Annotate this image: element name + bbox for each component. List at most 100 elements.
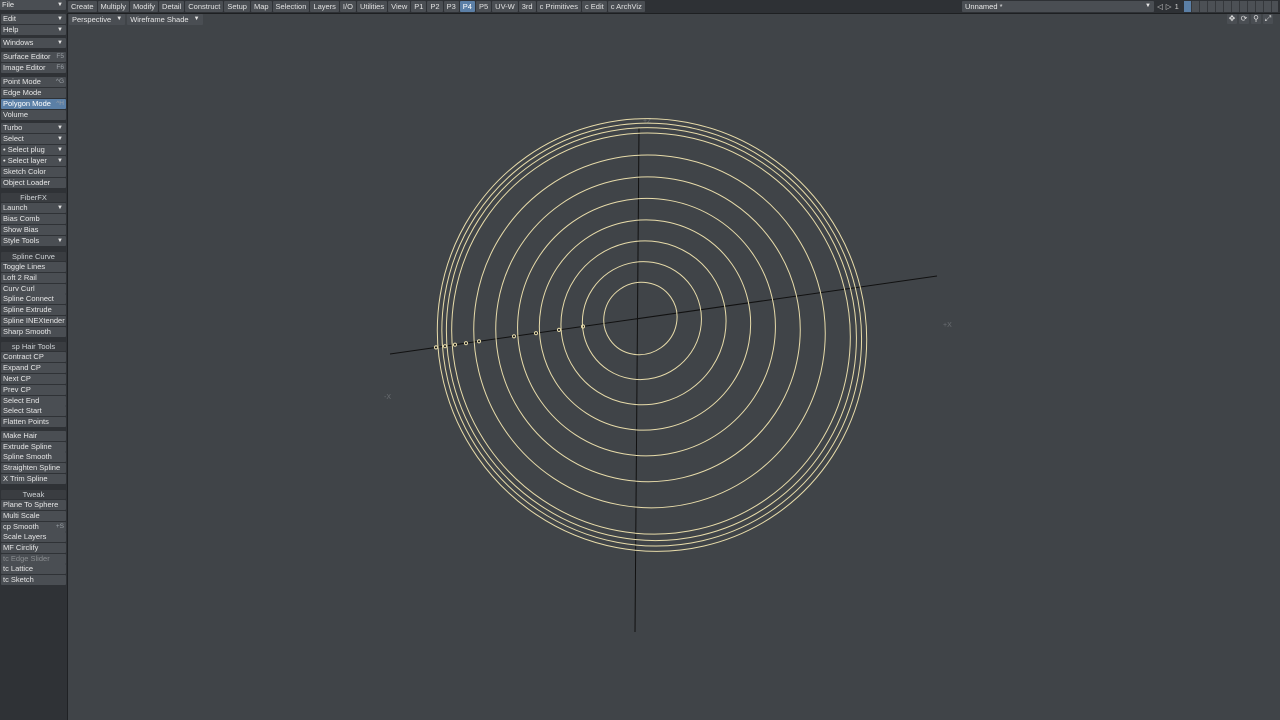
plane-to-sphere-button[interactable]: Plane To Sphere (1, 500, 66, 510)
chevron-down-icon: ▼ (1145, 3, 1151, 9)
tab-selection[interactable]: Selection (272, 1, 310, 12)
tab-create[interactable]: Create (68, 1, 97, 12)
image-editor-label: Image Editor (3, 63, 46, 72)
select-layer-button[interactable]: • Select layer ▼ (1, 156, 66, 166)
surface-editor-button[interactable]: Surface Editor F5 (1, 52, 66, 62)
move-view-icon[interactable]: ✥ (1227, 14, 1237, 24)
tab-i-o[interactable]: I/O (339, 1, 356, 12)
select-button[interactable]: Select ▼ (1, 134, 66, 144)
extrude-spline-button[interactable]: Extrude Spline (1, 442, 66, 452)
sketch-color-button[interactable]: Sketch Color (1, 167, 66, 177)
scene-select[interactable]: Unnamed * ▼ (962, 1, 1154, 12)
select-plug-button[interactable]: • Select plug ▼ (1, 145, 66, 155)
tc-lattice-label: tc Lattice (3, 564, 34, 573)
spline-extrude-button[interactable]: Spline Extrude (1, 305, 66, 315)
tab-map[interactable]: Map (250, 1, 272, 12)
mf-circlify-button[interactable]: MF Circlify (1, 543, 66, 553)
tab-3rd[interactable]: 3rd (518, 1, 536, 12)
tab-p5[interactable]: P5 (475, 1, 492, 12)
layer-buttons[interactable] (1184, 1, 1278, 12)
mf-circlify-label: MF Circlify (3, 543, 39, 552)
layer-navigation: ◁ ▷ 1 (1157, 1, 1179, 12)
tab-c-edit[interactable]: c Edit (581, 1, 607, 12)
sketch-color-label: Sketch Color (3, 167, 46, 176)
viewport-header: Perspective ▼ Wireframe Shade ▼ (69, 14, 203, 25)
tc-lattice-button[interactable]: tc Lattice (1, 564, 66, 574)
rotate-view-icon[interactable]: ⟳ (1239, 14, 1249, 24)
chevron-down-icon: ▼ (57, 40, 63, 46)
multi-scale-button[interactable]: Multi Scale (1, 511, 66, 521)
image-editor-button[interactable]: Image Editor F6 (1, 63, 66, 73)
chevron-down-icon: ▼ (57, 147, 63, 153)
help-menu[interactable]: Help ▼ (1, 25, 66, 35)
file-menu[interactable]: File ▼ (0, 0, 66, 10)
make-hair-button[interactable]: Make Hair (1, 431, 66, 441)
next-layer-icon[interactable]: ▷ (1166, 1, 1172, 12)
tc-edge-slider-button[interactable]: tc Edge Slider (1, 554, 66, 564)
spline-inextender-button[interactable]: Spline INEXtender (1, 316, 66, 326)
tc-sketch-label: tc Sketch (3, 575, 34, 584)
volume-button[interactable]: Volume (1, 110, 66, 120)
spline-connect-button[interactable]: Spline Connect (1, 294, 66, 304)
spline-extrude-label: Spline Extrude (3, 305, 52, 314)
hair-tools-header: sp Hair Tools (1, 342, 66, 351)
loft-2-rail-button[interactable]: Loft 2 Rail (1, 273, 66, 283)
tab-detail[interactable]: Detail (159, 1, 185, 12)
help-menu-label: Help (3, 25, 19, 34)
select-end-button[interactable]: Select End (1, 396, 66, 406)
tab-p4[interactable]: P4 (459, 1, 475, 12)
tab-construct[interactable]: Construct (185, 1, 224, 12)
polygon-mode-button[interactable]: Polygon Mode ^H (1, 99, 66, 109)
chevron-down-icon: ▼ (57, 125, 63, 131)
expand-cp-button[interactable]: Expand CP (1, 363, 66, 373)
turbo-button[interactable]: Turbo ▼ (1, 123, 66, 133)
tab-p2[interactable]: P2 (427, 1, 443, 12)
x-trim-spline-button[interactable]: X Trim Spline (1, 474, 66, 484)
point-mode-button[interactable]: Point Mode ^G (1, 77, 66, 87)
straighten-spline-button[interactable]: Straighten Spline (1, 463, 66, 473)
object-loader-button[interactable]: Object Loader (1, 178, 66, 188)
bias-comb-button[interactable]: Bias Comb (1, 214, 66, 224)
chevron-down-icon: ▼ (57, 238, 63, 244)
chevron-down-icon: ▼ (116, 16, 123, 22)
edit-menu[interactable]: Edit ▼ (1, 14, 66, 24)
maximize-view-icon[interactable]: ⤢ (1263, 14, 1273, 24)
spline-smooth-button[interactable]: Spline Smooth (1, 452, 66, 462)
cp-smooth-button[interactable]: cp Smooth +S (1, 522, 66, 532)
extrude-spline-label: Extrude Spline (3, 442, 52, 451)
contract-cp-button[interactable]: Contract CP (1, 352, 66, 362)
launch-label: Launch (3, 203, 28, 212)
prev-cp-button[interactable]: Prev CP (1, 385, 66, 395)
tab-utilities[interactable]: Utilities (356, 1, 388, 12)
toggle-lines-button[interactable]: Toggle Lines (1, 262, 66, 272)
prev-layer-icon[interactable]: ◁ (1157, 1, 1163, 12)
tab-c-archviz[interactable]: c ArchViz (607, 1, 645, 12)
flatten-points-button[interactable]: Flatten Points (1, 417, 66, 427)
tab-multiply[interactable]: Multiply (97, 1, 129, 12)
tab-uv-w[interactable]: UV-W (492, 1, 518, 12)
tab-layers[interactable]: Layers (310, 1, 339, 12)
tab-setup[interactable]: Setup (224, 1, 250, 12)
style-tools-button[interactable]: Style Tools ▼ (1, 236, 66, 246)
launch-button[interactable]: Launch ▼ (1, 203, 66, 213)
tc-sketch-button[interactable]: tc Sketch (1, 575, 66, 585)
tab-p3[interactable]: P3 (443, 1, 459, 12)
sharp-smooth-button[interactable]: Sharp Smooth (1, 327, 66, 337)
perspective-viewport[interactable]: +X -X +Z (68, 26, 1280, 720)
next-cp-button[interactable]: Next CP (1, 374, 66, 384)
tab-p1[interactable]: P1 (411, 1, 427, 12)
expand-cp-label: Expand CP (3, 363, 41, 372)
windows-menu[interactable]: Windows ▼ (1, 38, 66, 48)
view-type-select[interactable]: Perspective ▼ (69, 14, 126, 25)
current-layer-button[interactable] (1184, 1, 1191, 12)
tab-c-primitives[interactable]: c Primitives (536, 1, 581, 12)
scale-layers-button[interactable]: Scale Layers (1, 532, 66, 542)
zoom-view-icon[interactable]: ⚲ (1251, 14, 1261, 24)
select-start-button[interactable]: Select Start (1, 406, 66, 416)
show-bias-button[interactable]: Show Bias (1, 225, 66, 235)
tab-modify[interactable]: Modify (129, 1, 159, 12)
shading-mode-select[interactable]: Wireframe Shade ▼ (127, 14, 203, 25)
tab-view[interactable]: View (388, 1, 411, 12)
curv-curl-button[interactable]: Curv Curl (1, 284, 66, 294)
edge-mode-button[interactable]: Edge Mode (1, 88, 66, 98)
